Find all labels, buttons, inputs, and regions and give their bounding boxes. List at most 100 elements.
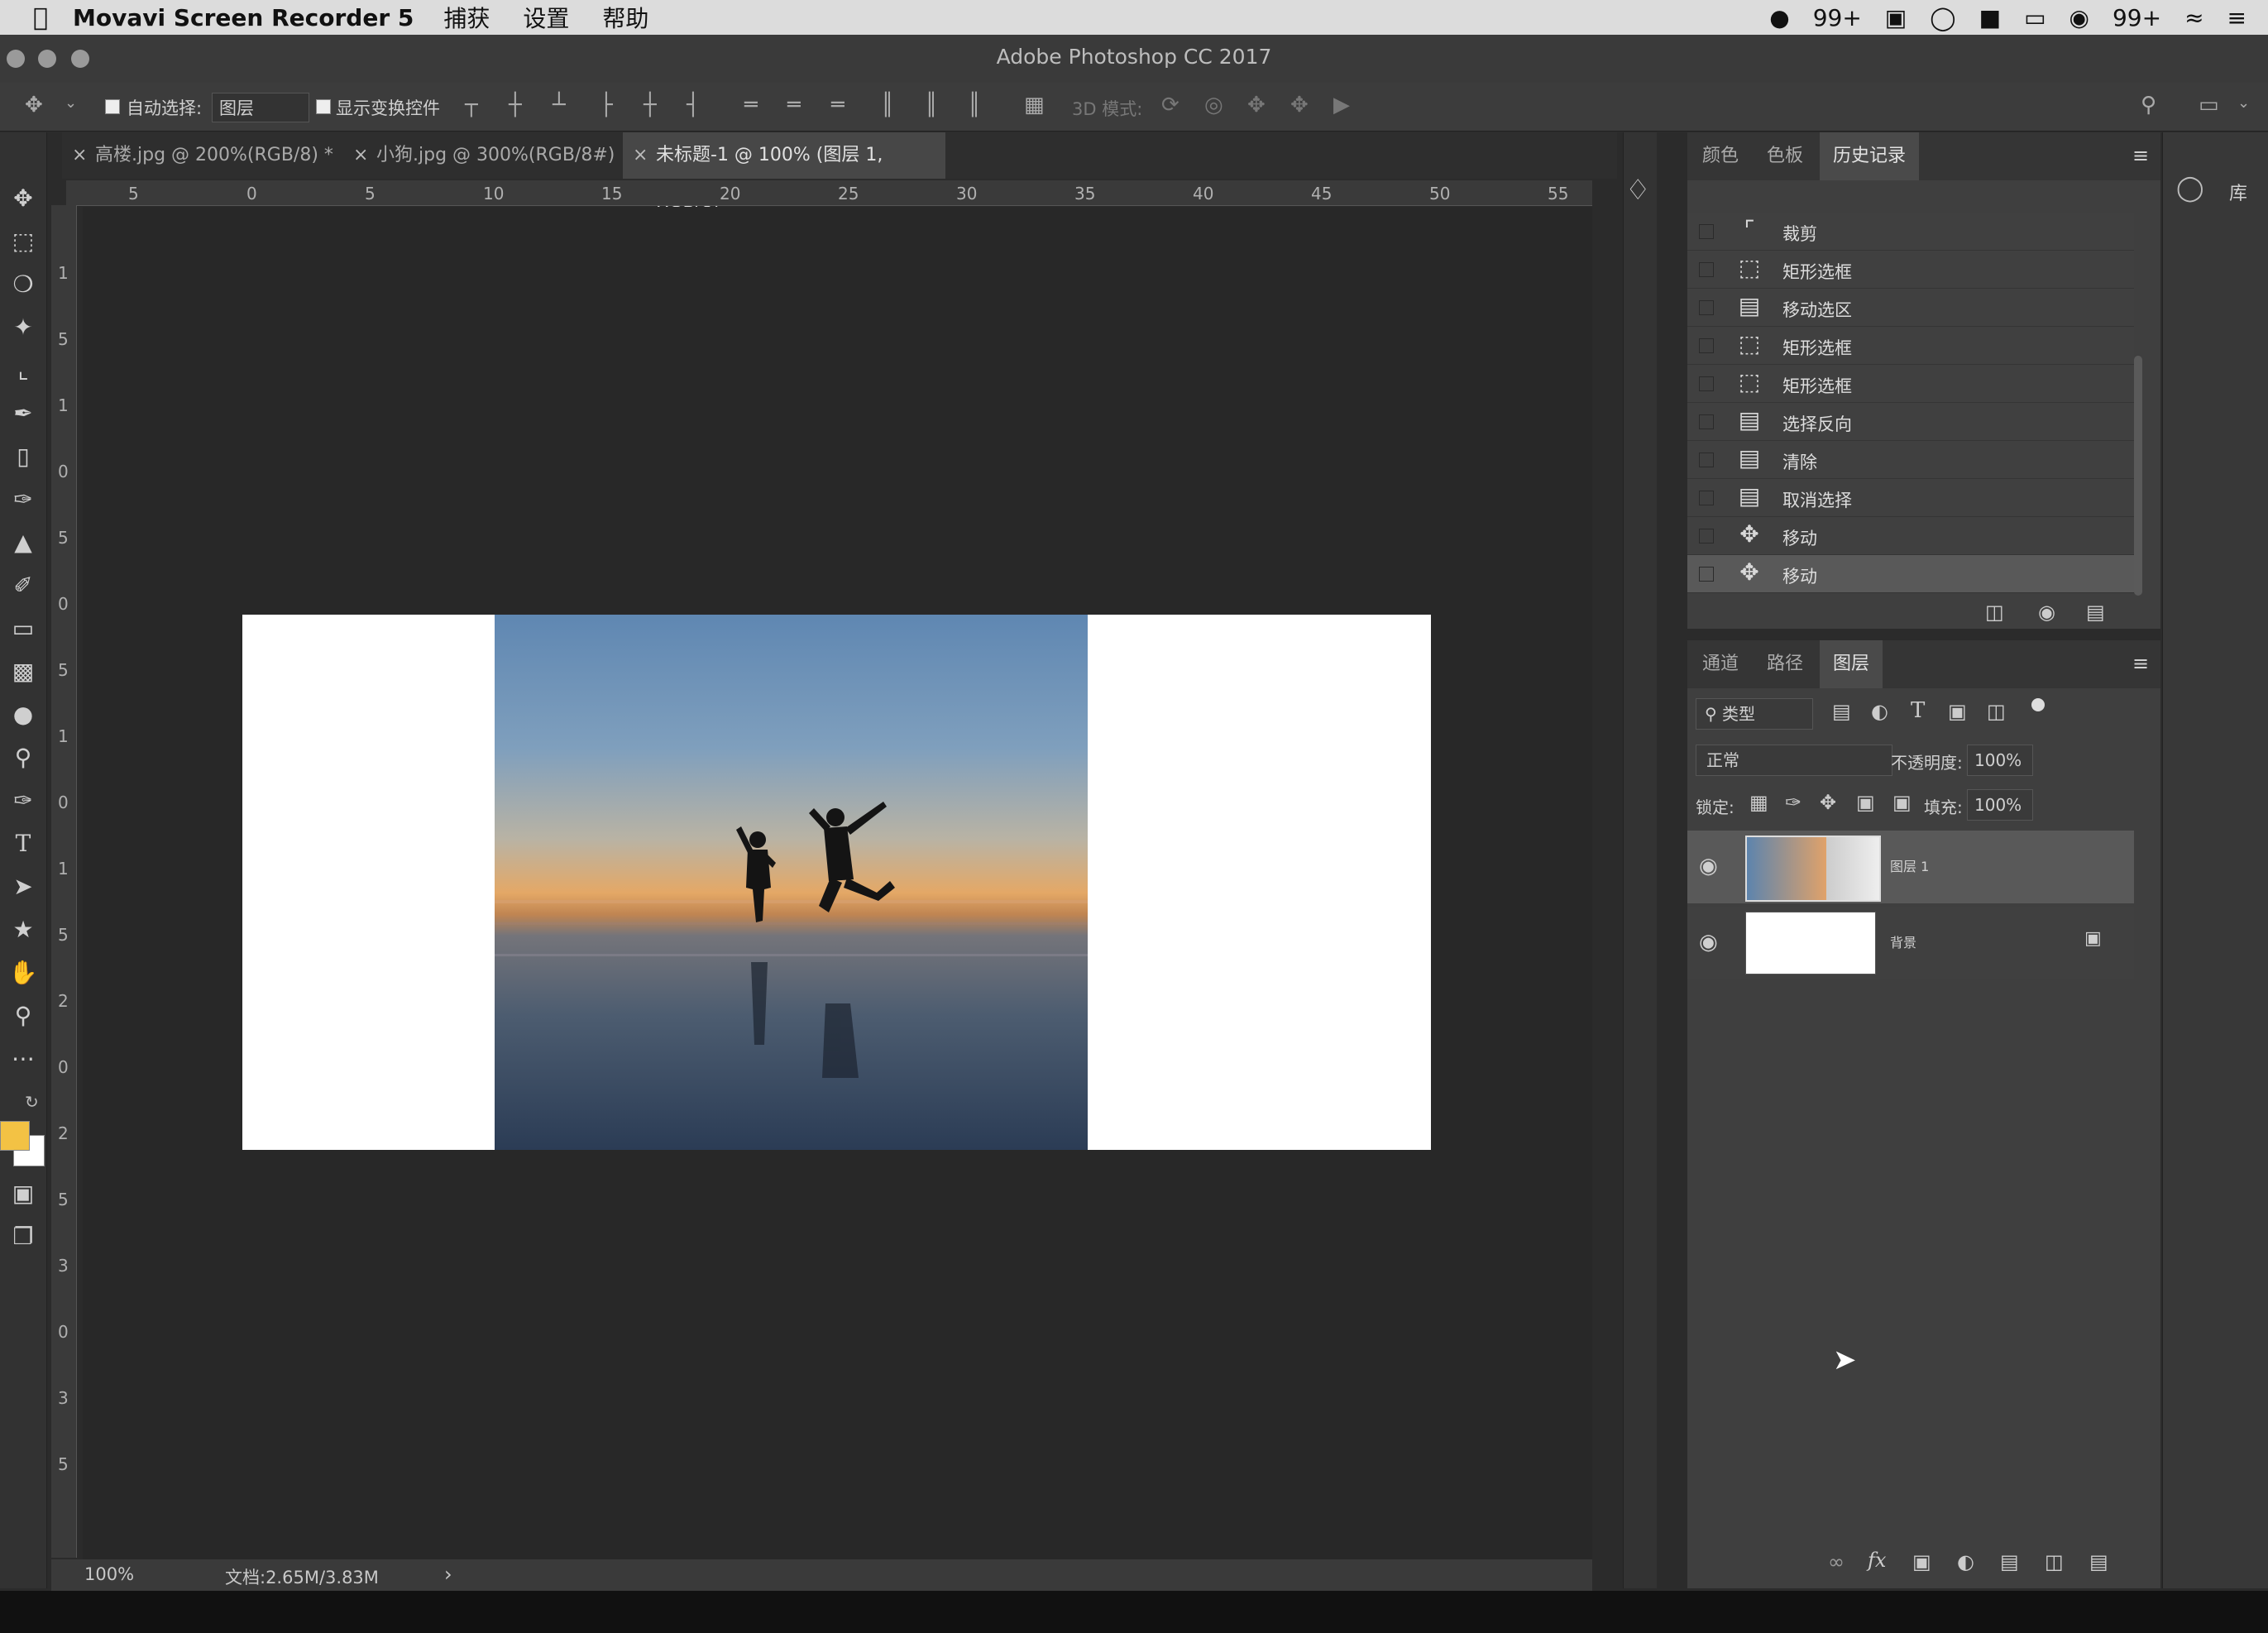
eraser-tool-icon[interactable]: ▭ (8, 614, 38, 644)
eyedropper-tool-icon[interactable]: ✒ (8, 399, 38, 429)
history-snapshot-checkbox[interactable] (1699, 224, 1714, 239)
lasso-tool-icon[interactable]: ❍ (8, 270, 38, 299)
wechat-icon[interactable]: ◉ (2069, 4, 2089, 31)
layer-1-photo[interactable] (495, 615, 1088, 1150)
magic-wand-tool-icon[interactable]: ✦ (8, 313, 38, 342)
3d-rotate-icon[interactable]: ⟳ (1161, 93, 1179, 117)
auto-select-checkbox[interactable] (105, 99, 120, 114)
lock-position-icon[interactable]: ✥ (1820, 791, 1836, 814)
lock-artboard-icon[interactable]: ▣ (1856, 791, 1875, 814)
tab-paths[interactable]: 路径 (1767, 640, 1803, 688)
layer-name[interactable]: 图层 1 (1890, 855, 1929, 875)
history-state-row[interactable]: ▤ 取消选择 (1687, 479, 2134, 517)
healing-brush-tool-icon[interactable]: ▯ (8, 442, 38, 472)
distribute-vcenter-icon[interactable]: ═ (787, 93, 801, 117)
layer-row[interactable]: ◉ 图层 1 (1687, 831, 2134, 903)
history-state-row[interactable]: ✥ 移动 (1687, 555, 2134, 593)
lock-transparent-icon[interactable]: ▦ (1749, 791, 1768, 814)
align-right-icon[interactable]: ┤ (687, 93, 700, 117)
hand-tool-icon[interactable]: ✋ (8, 958, 38, 988)
properties-panel-icon[interactable]: ♢ (1625, 174, 1650, 207)
path-selection-tool-icon[interactable]: ➤ (8, 872, 38, 902)
close-tab-icon[interactable]: × (633, 132, 648, 179)
screen-mode-icon[interactable]: ❐ (8, 1222, 38, 1252)
adjustment-layer-icon[interactable]: ◐ (1957, 1550, 1974, 1573)
history-state-row[interactable]: ▤ 选择反向 (1687, 403, 2134, 441)
align-hcenter-icon[interactable]: ┼ (644, 93, 657, 117)
3d-slide-icon[interactable]: ✥ (1290, 93, 1309, 117)
tab-channels[interactable]: 通道 (1702, 640, 1739, 688)
distribute-top-icon[interactable]: ═ (744, 93, 758, 117)
app-status-icon[interactable]: ■ (1979, 4, 2001, 31)
filter-smart-object-icon[interactable]: ◫ (1987, 700, 2006, 723)
show-transform-checkbox[interactable] (316, 99, 331, 114)
close-tab-icon[interactable]: × (353, 132, 368, 179)
tab-layers[interactable]: 图层 (1820, 640, 1883, 688)
history-snapshot-checkbox[interactable] (1699, 376, 1714, 391)
history-state-row[interactable]: ⬚ 矩形选框 (1687, 327, 2134, 365)
foreground-color-swatch[interactable] (0, 1121, 30, 1151)
pen-tool-icon[interactable]: ✑ (8, 786, 38, 816)
3d-pan-icon[interactable]: ✥ (1247, 93, 1266, 117)
more-tools-icon[interactable]: ⋯ (8, 1044, 38, 1074)
visibility-eye-icon[interactable]: ◉ (1699, 854, 1718, 879)
link-layers-icon[interactable]: ∞ (1828, 1550, 1845, 1573)
tab-color[interactable]: 颜色 (1702, 132, 1739, 180)
distribute-bottom-icon[interactable]: ═ (831, 93, 845, 117)
dodge-tool-icon[interactable]: ⚲ (8, 743, 38, 773)
align-vcenter-icon[interactable]: ┼ (509, 93, 522, 117)
3d-scale-icon[interactable]: ▶ (1333, 93, 1350, 117)
menu-settings[interactable]: 设置 (523, 1, 569, 34)
history-scrollbar[interactable] (2134, 356, 2142, 596)
workspace-chevron-icon[interactable]: ⌄ (2237, 94, 2250, 112)
history-state-row[interactable]: ▤ 移动选区 (1687, 289, 2134, 327)
visibility-eye-icon[interactable]: ◉ (1699, 930, 1718, 955)
layers-panel-menu-icon[interactable]: ≡ (2132, 652, 2149, 675)
align-bottom-icon[interactable]: ┴ (553, 93, 566, 117)
zoom-level[interactable]: 100% (84, 1564, 134, 1584)
auto-align-icon[interactable]: ▦ (1024, 93, 1045, 117)
delete-state-icon[interactable]: ▤ (2086, 601, 2105, 624)
screen-icon[interactable]: ▣ (1885, 4, 1907, 31)
filter-pixel-icon[interactable]: ▤ (1832, 700, 1851, 723)
apple-icon[interactable]:  (33, 3, 48, 32)
new-document-from-state-icon[interactable]: ◫ (1985, 601, 2004, 624)
distribute-left-icon[interactable]: ║ (881, 93, 894, 117)
history-snapshot-checkbox[interactable] (1699, 300, 1714, 315)
gradient-tool-icon[interactable]: ▩ (8, 657, 38, 687)
quick-mask-icon[interactable]: ▣ (8, 1179, 38, 1209)
marquee-tool-icon[interactable]: ⬚ (8, 227, 38, 256)
close-tab-icon[interactable]: × (72, 132, 87, 179)
new-group-icon[interactable]: ▤ (2000, 1550, 2019, 1573)
auto-select-dropdown[interactable]: 图层 (212, 93, 309, 122)
move-tool-icon[interactable]: ✥ (8, 184, 38, 213)
fill-input[interactable]: 100% (1967, 789, 2033, 821)
add-mask-icon[interactable]: ▣ (1912, 1550, 1931, 1573)
chevron-down-icon[interactable]: ⌄ (65, 94, 77, 112)
search-icon[interactable]: ⚲ (2141, 93, 2156, 117)
history-snapshot-checkbox[interactable] (1699, 529, 1714, 544)
menu-capture[interactable]: 捕获 (443, 1, 490, 34)
history-snapshot-checkbox[interactable] (1699, 453, 1714, 467)
history-snapshot-checkbox[interactable] (1699, 491, 1714, 505)
history-state-row[interactable]: ⬚ 矩形选框 (1687, 251, 2134, 289)
crop-tool-icon[interactable]: ⌞ (8, 356, 38, 386)
filter-adjustment-icon[interactable]: ◐ (1871, 700, 1888, 723)
new-layer-icon[interactable]: ◫ (2045, 1550, 2064, 1573)
history-snapshot-checkbox[interactable] (1699, 262, 1714, 277)
align-left-icon[interactable]: ├ (600, 93, 613, 117)
filter-type-icon[interactable]: T (1911, 698, 1925, 723)
cc-icon[interactable]: ◯ (1930, 4, 1955, 31)
type-tool-icon[interactable]: T (8, 829, 38, 859)
cc-libraries-icon[interactable]: ◯ (2176, 174, 2204, 203)
app-name[interactable]: Movavi Screen Recorder 5 (73, 4, 414, 31)
menu-help[interactable]: 帮助 (602, 1, 648, 34)
tab-document[interactable]: × 小狗.jpg @ 300%(RGB/8#) (343, 132, 649, 179)
distribute-right-icon[interactable]: ║ (968, 93, 981, 117)
notification-icon[interactable]: ● (1769, 4, 1789, 31)
tab-document[interactable]: × 高楼.jpg @ 200%(RGB/8) * (62, 132, 360, 179)
history-snapshot-checkbox[interactable] (1699, 567, 1714, 582)
history-state-row[interactable]: ⌜ 裁剪 (1687, 213, 2134, 251)
more-icon[interactable]: ≡ (2227, 4, 2246, 31)
opacity-input[interactable]: 100% (1967, 745, 2033, 776)
